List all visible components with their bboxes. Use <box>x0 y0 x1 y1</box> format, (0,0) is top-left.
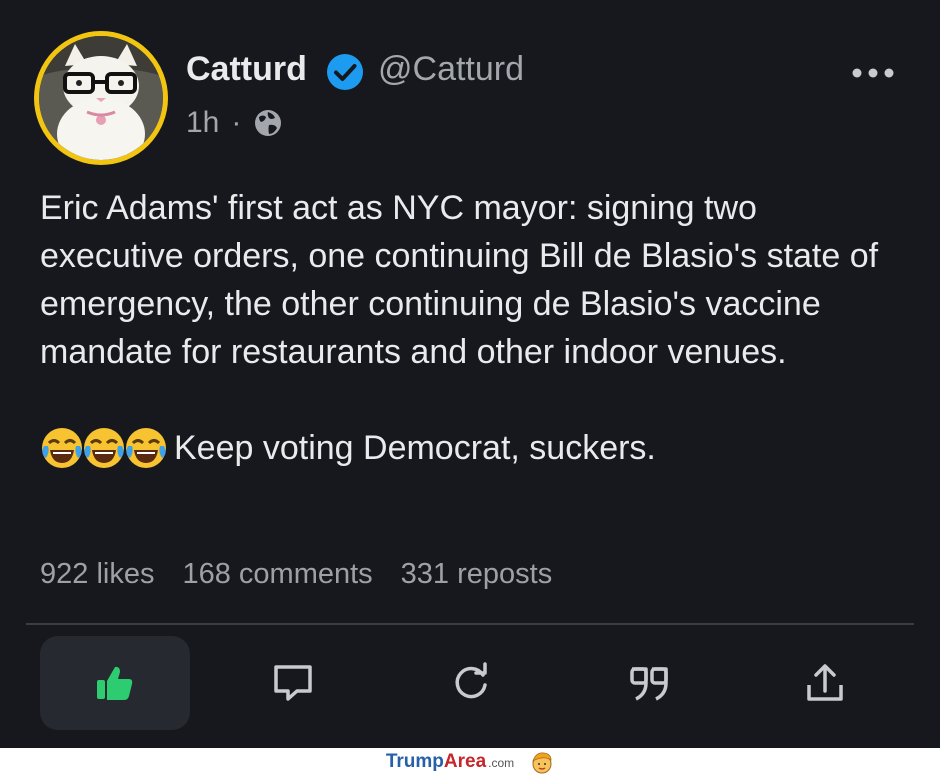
like-button[interactable] <box>40 636 190 730</box>
comments-count[interactable]: 168 comments <box>182 558 372 591</box>
watermark-brand: TrumpArea .com <box>386 751 514 773</box>
trump-face-logo-icon <box>532 752 552 774</box>
globe-icon <box>255 110 282 136</box>
divider <box>26 623 914 625</box>
avatar[interactable] <box>34 31 168 165</box>
reposts-count[interactable]: 331 reposts <box>401 558 553 591</box>
watermark-footer: TrumpArea .com <box>0 748 940 776</box>
likes-count[interactable]: 922 likes <box>40 558 154 591</box>
brand-area: Area <box>443 751 487 772</box>
quote-icon <box>630 667 668 701</box>
post-body: Eric Adams' first act as NYC mayor: sign… <box>40 184 910 472</box>
action-bar <box>0 636 940 730</box>
comment-icon <box>274 665 312 701</box>
post-meta: 1h · <box>186 106 283 140</box>
laughing-crying-emoji-icon <box>84 428 124 468</box>
post-emoji-text: Keep voting Democrat, suckers. <box>174 429 656 467</box>
share-icon <box>807 664 843 701</box>
comment-button[interactable] <box>218 636 368 730</box>
more-options-icon[interactable] <box>848 58 898 88</box>
post-emoji-line: Keep voting Democrat, suckers. <box>40 424 910 472</box>
laughing-crying-emoji-icon <box>42 428 82 468</box>
cat-avatar-image <box>39 36 163 160</box>
emoji-group <box>40 426 166 470</box>
brand-trump: Trump <box>385 751 444 772</box>
post-text: Eric Adams' first act as NYC mayor: sign… <box>40 189 879 371</box>
repost-icon <box>455 662 487 699</box>
thumbs-up-icon <box>97 666 133 700</box>
author-handle[interactable]: @Catturd <box>378 50 524 89</box>
share-button[interactable] <box>750 636 900 730</box>
post-stats: 922 likes 168 comments 331 reposts <box>40 558 580 591</box>
post-card: Catturd @Catturd 1h · Eric Adams' first … <box>0 0 940 748</box>
brand-com: .com <box>488 756 515 770</box>
meta-separator: · <box>231 106 242 139</box>
post-time: 1h <box>186 106 220 139</box>
quote-button[interactable] <box>574 636 724 730</box>
verified-badge-icon <box>327 54 363 90</box>
laughing-crying-emoji-icon <box>126 428 166 468</box>
author-name[interactable]: Catturd <box>186 50 307 89</box>
repost-button[interactable] <box>396 636 546 730</box>
